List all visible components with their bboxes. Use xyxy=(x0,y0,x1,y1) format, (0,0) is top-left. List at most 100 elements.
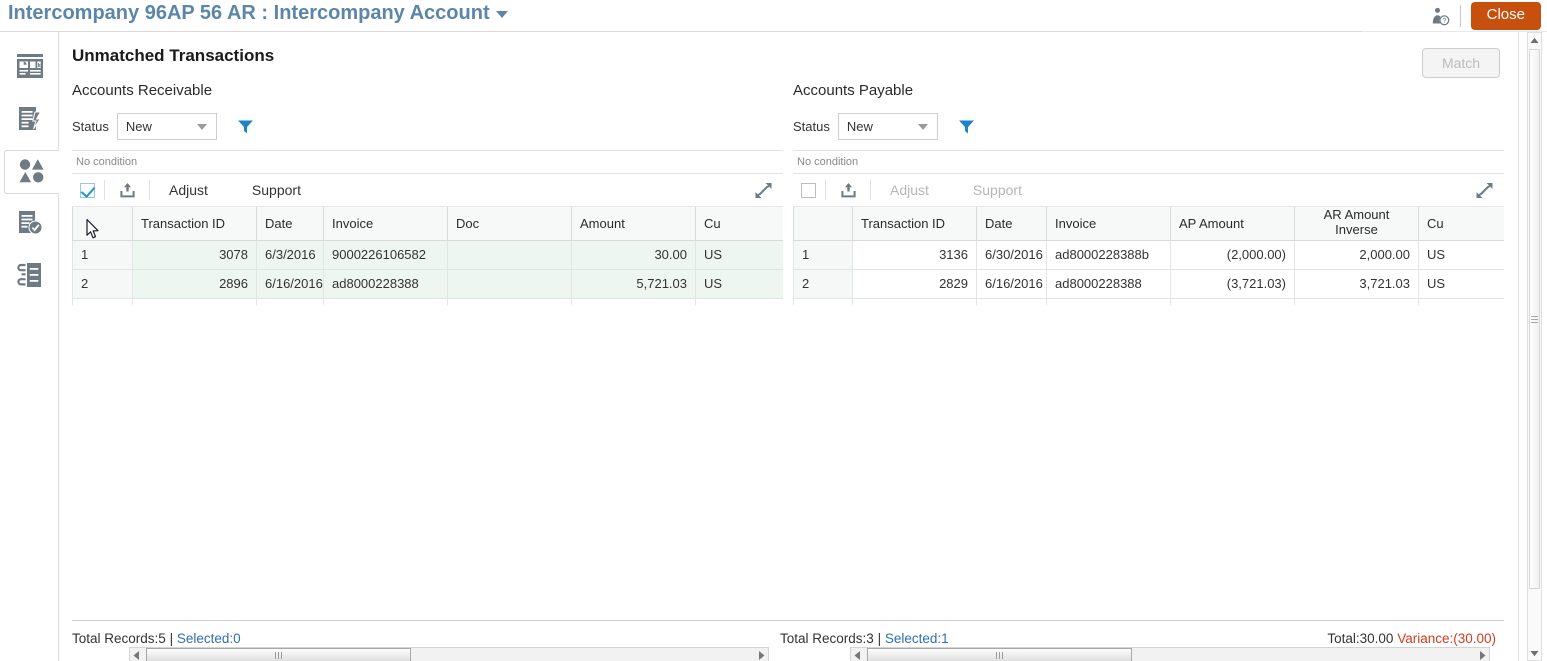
ap-row-1-number: 1 xyxy=(794,240,853,269)
page-vertical-scrollbar[interactable] xyxy=(1518,32,1547,661)
ap-col-ap-amount[interactable]: AP Amount xyxy=(1171,207,1295,240)
ap-status-select[interactable]: New xyxy=(838,113,938,140)
ar-selected-link[interactable]: Selected:0 xyxy=(177,631,241,646)
ar-status-select[interactable]: New xyxy=(117,113,217,140)
chevron-down-icon xyxy=(918,124,928,130)
ap-col-invoice[interactable]: Invoice xyxy=(1047,207,1171,240)
ap-row-2-number: 2 xyxy=(794,269,853,298)
ap-col-rownum xyxy=(794,207,853,240)
ar-col-rownum xyxy=(73,207,133,240)
ap-row-2-invoice: ad8000228388 xyxy=(1047,269,1171,298)
ap-condition-bar: No condition xyxy=(793,150,1504,174)
ar-export-upload-icon[interactable] xyxy=(114,181,140,200)
ar-transactions-table: Transaction ID Date Invoice Doc Amount C… xyxy=(72,207,783,305)
ap-export-upload-icon[interactable] xyxy=(835,181,861,200)
ap-row-1-currency: US xyxy=(1419,240,1505,269)
sidebar-item-certification[interactable] xyxy=(8,202,52,246)
dashboard-icon xyxy=(15,53,45,84)
grip-icon xyxy=(1531,316,1538,323)
ap-table-header-row: Transaction ID Date Invoice AP Amount AR… xyxy=(794,207,1505,240)
ar-expand-diagonal-icon[interactable] xyxy=(754,181,773,200)
ar-condition-bar: No condition xyxy=(72,150,783,174)
ar-select-all-checkbox[interactable] xyxy=(80,183,95,198)
ap-col-currency[interactable]: Cu xyxy=(1419,207,1505,240)
accounts-receivable-panel: Accounts Receivable Status New No condit… xyxy=(72,82,783,652)
close-button[interactable]: Close xyxy=(1471,2,1541,30)
ar-col-date[interactable]: Date xyxy=(257,207,324,240)
ar-row-2-invoice: ad8000228388 xyxy=(324,269,448,298)
left-icon-rail xyxy=(0,32,59,661)
ar-support-button[interactable]: Support xyxy=(242,182,311,198)
table-row[interactable]: 1 3136 6/30/2016 ad8000228388b (2,000.00… xyxy=(794,240,1505,269)
main-content: Unmatched Transactions Match Accounts Re… xyxy=(59,32,1518,661)
sidebar-item-dashboard[interactable] xyxy=(8,46,52,90)
vsb-track[interactable] xyxy=(1527,32,1542,661)
table-row[interactable]: 1 3078 6/3/2016 9000226106582 30.00 US xyxy=(73,240,784,269)
ar-row-1-invoice: 9000226106582 xyxy=(324,240,448,269)
totals-summary: Total:30.00 Variance:(30.00) xyxy=(1327,631,1496,646)
ap-row-2-currency: US xyxy=(1419,269,1505,298)
accounts-payable-panel: Accounts Payable Status New No condition xyxy=(793,82,1504,652)
table-row[interactable]: 2 2829 6/16/2016 ad8000228388 (3,721.03)… xyxy=(794,269,1505,298)
sidebar-item-matching[interactable] xyxy=(4,150,60,194)
chevron-down-icon xyxy=(197,124,207,130)
ar-col-doc[interactable]: Doc xyxy=(448,207,572,240)
ar-table-filler-row xyxy=(73,298,784,305)
ap-toolbar-divider-2 xyxy=(870,180,871,200)
document-check-icon xyxy=(16,209,44,240)
title-bar: Intercompany 96AP 56 AR : Intercompany A… xyxy=(0,0,1547,32)
ap-toolbar-divider-1 xyxy=(825,180,826,200)
ap-col-transaction-id[interactable]: Transaction ID xyxy=(853,207,977,240)
ar-adjust-button[interactable]: Adjust xyxy=(159,182,218,198)
vsb-thumb[interactable] xyxy=(1529,49,1540,589)
ar-toolbar-divider-2 xyxy=(149,180,150,200)
title-dropdown-caret-icon[interactable] xyxy=(496,11,508,18)
shapes-matching-icon xyxy=(18,158,46,187)
person-help-icon[interactable]: ? xyxy=(1428,4,1454,28)
scroll-up-arrow-icon[interactable] xyxy=(1528,33,1541,47)
ar-row-1-currency: US xyxy=(696,240,784,269)
ar-row-2-doc xyxy=(448,269,572,298)
ar-row-1-transaction-id: 3078 xyxy=(133,240,257,269)
ap-row-1-date: 6/30/2016 xyxy=(977,240,1047,269)
ap-row-1-ap-amount: (2,000.00) xyxy=(1171,240,1295,269)
status-footer: Total Records:5 | Selected:0 Total Recor… xyxy=(59,627,1518,657)
ledger-list-icon xyxy=(16,261,44,292)
table-row[interactable]: 2 2896 6/16/2016 ad8000228388 5,721.03 U… xyxy=(73,269,784,298)
ar-row-2-amount: 5,721.03 xyxy=(572,269,696,298)
ap-row-2-date: 6/16/2016 xyxy=(977,269,1047,298)
ap-condition-text: No condition xyxy=(797,156,858,168)
scroll-down-arrow-icon[interactable] xyxy=(1528,646,1541,660)
sidebar-item-register[interactable] xyxy=(8,254,52,298)
ar-col-transaction-id[interactable]: Transaction ID xyxy=(133,207,257,240)
ap-col-ar-amount-inverse[interactable]: AR Amount Inverse xyxy=(1295,207,1419,240)
ap-filter-funnel-icon[interactable] xyxy=(958,119,975,135)
ar-col-invoice[interactable]: Invoice xyxy=(324,207,448,240)
ap-row-2-transaction-id: 2829 xyxy=(853,269,977,298)
ap-table-filler-row xyxy=(794,298,1505,305)
ar-col-amount[interactable]: Amount xyxy=(572,207,696,240)
title-bar-actions: ? Close xyxy=(1428,0,1547,32)
ap-col-date[interactable]: Date xyxy=(977,207,1047,240)
ar-row-2-date: 6/16/2016 xyxy=(257,269,324,298)
ap-select-all-checkbox[interactable] xyxy=(801,183,816,198)
ap-footer-summary: Total Records:3 | Selected:1 xyxy=(780,631,949,646)
ap-row-2-ar-amount-inverse: 3,721.03 xyxy=(1295,269,1419,298)
ap-expand-diagonal-icon[interactable] xyxy=(1475,181,1494,200)
ar-col-currency[interactable]: Cu xyxy=(696,207,784,240)
match-button[interactable]: Match xyxy=(1422,48,1500,78)
ar-row-2-transaction-id: 2896 xyxy=(133,269,257,298)
ap-row-1-invoice: ad8000228388b xyxy=(1047,240,1171,269)
ap-support-button: Support xyxy=(963,182,1032,198)
unmatched-transactions-heading: Unmatched Transactions xyxy=(72,46,274,66)
ar-filter-funnel-icon[interactable] xyxy=(237,119,254,135)
ar-row-2-number: 2 xyxy=(73,269,133,298)
ap-total-records: Total Records:3 xyxy=(780,631,874,646)
ar-status-label: Status xyxy=(72,119,109,134)
ar-toolbar-divider-1 xyxy=(104,180,105,200)
ap-selected-link[interactable]: Selected:1 xyxy=(885,631,949,646)
ar-row-2-currency: US xyxy=(696,269,784,298)
sidebar-item-journal[interactable] xyxy=(8,98,52,142)
ap-grid-toolbar: Adjust Support xyxy=(793,174,1504,207)
ap-row-1-transaction-id: 3136 xyxy=(853,240,977,269)
